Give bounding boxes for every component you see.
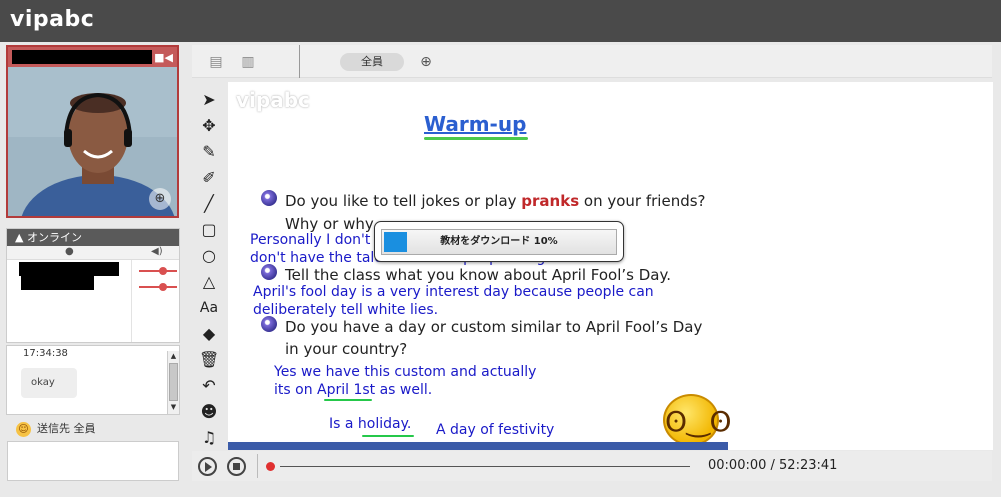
stop-icon xyxy=(233,463,240,470)
play-icon xyxy=(205,462,212,472)
main-toolbar: ▤ ▥ 全員 ⊕ xyxy=(192,45,992,78)
volume-slider-knob[interactable] xyxy=(159,283,167,291)
play-button[interactable] xyxy=(198,457,217,476)
slide-watermark: vipabc xyxy=(236,88,310,112)
playback-track[interactable] xyxy=(280,466,690,467)
user-name-redacted xyxy=(19,262,119,276)
annotation-3-line-1: Yes we have this custom and actually xyxy=(274,364,537,380)
online-columns: ● ◀) xyxy=(7,246,179,260)
question-3-line-1: Do you have a day or custom similar to A… xyxy=(285,318,703,336)
scroll-up-arrow[interactable]: ▲ xyxy=(169,352,178,361)
video-header: ■◀ xyxy=(8,47,177,67)
bullet-icon xyxy=(261,316,277,332)
circle-icon[interactable]: ○ xyxy=(199,246,219,266)
volume-icon: ◀) xyxy=(151,246,163,257)
all-users-button[interactable]: 全員 xyxy=(340,53,404,71)
teacher-name-redacted xyxy=(12,50,152,64)
playback-time: 00:00:00 / 52:23:41 xyxy=(708,458,838,473)
chat-timestamp: 17:34:38 xyxy=(23,348,68,359)
green-underline xyxy=(362,435,414,437)
question-1: Do you like to tell jokes or play pranks… xyxy=(285,192,706,210)
playback-divider xyxy=(257,454,258,478)
question-1-line-2: Why or why xyxy=(285,215,374,233)
chat-input[interactable] xyxy=(7,441,179,481)
green-underline xyxy=(424,137,528,140)
send-to-label: 送信先 全員 xyxy=(37,422,96,435)
slide-footer-bar xyxy=(228,442,728,450)
question-1-highlight: pranks xyxy=(521,192,580,210)
pointer-icon[interactable]: ➤ xyxy=(199,90,219,110)
record-indicator-icon xyxy=(266,462,275,471)
app-logo: vipabc xyxy=(10,7,95,32)
scroll-down-arrow[interactable]: ▼ xyxy=(169,403,178,412)
online-header: ▲ オンライン xyxy=(7,229,179,246)
green-underline xyxy=(324,399,372,401)
playback-bar: 00:00:00 / 52:23:41 xyxy=(192,451,992,481)
chat-history: 17:34:38 okay ▲ ▼ xyxy=(6,345,180,415)
volume-slider[interactable] xyxy=(139,267,177,275)
text-icon[interactable]: Aa xyxy=(199,298,219,318)
undo-icon[interactable]: ↶ xyxy=(199,376,219,396)
chat-scrollbar[interactable]: ▲ ▼ xyxy=(167,351,179,414)
user-row[interactable] xyxy=(7,276,179,292)
user-name-redacted xyxy=(21,276,94,290)
move-icon[interactable]: ✥ xyxy=(199,116,219,136)
triangle-icon[interactable]: △ xyxy=(199,272,219,292)
toolbar-divider xyxy=(299,45,300,78)
teacher-video: ■◀ ⊕ xyxy=(6,45,179,218)
column-divider xyxy=(131,260,132,342)
annotation-2-line-1: April's fool day is a very interest day … xyxy=(253,284,654,300)
question-2: Tell the class what you know about April… xyxy=(285,266,672,284)
emoji-icon[interactable]: ☻ xyxy=(199,402,219,422)
volume-slider[interactable] xyxy=(139,283,177,291)
line-icon[interactable]: ╱ xyxy=(199,194,219,214)
laughing-emoji-icon: ʘ‿ʘ xyxy=(663,394,732,446)
users-icon: ▲ xyxy=(15,231,24,244)
send-to-selector[interactable]: ☺ 送信先 全員 xyxy=(6,418,180,440)
user-icon: ● xyxy=(65,246,74,257)
rectangle-icon[interactable]: ▢ xyxy=(199,220,219,240)
pen-icon[interactable]: ✎ xyxy=(199,142,219,162)
copy-page-icon[interactable]: ▥ xyxy=(240,54,256,70)
music-icon[interactable]: ♫ xyxy=(199,428,219,448)
user-row[interactable] xyxy=(7,260,179,276)
emoji-icon[interactable]: ☺ xyxy=(16,421,31,437)
slide-title: Warm-up xyxy=(424,112,527,136)
camera-icon[interactable]: ■◀ xyxy=(154,51,173,64)
annotation-4: Is a holiday. xyxy=(329,416,412,432)
top-bar: vipabc xyxy=(0,0,1001,42)
drawing-tools: ➤ ✥ ✎ ✐ ╱ ▢ ○ △ Aa ◆ 🗑 ↶ ☻ ♫ xyxy=(195,84,223,450)
trash-icon[interactable]: 🗑 xyxy=(199,350,219,370)
annotation-1-line-1: Personally I don't xyxy=(250,232,371,248)
annotation-2-line-2: deliberately tell white lies. xyxy=(253,302,439,318)
annotation-5: A day of festivity xyxy=(436,422,555,438)
eraser-icon[interactable]: ◆ xyxy=(199,324,219,344)
question-1-text: Do you like to tell jokes or play xyxy=(285,192,522,210)
scroll-thumb[interactable] xyxy=(169,363,178,401)
bullet-icon xyxy=(261,190,277,206)
highlighter-icon[interactable]: ✐ xyxy=(199,168,219,188)
online-label: オンライン xyxy=(26,231,82,244)
download-progress-dialog: 教材をダウンロード 10% xyxy=(374,221,624,262)
progress-label: 教材をダウンロード 10% xyxy=(440,236,558,247)
whiteboard-slide[interactable]: vipabc Warm-up Do you like to tell jokes… xyxy=(228,82,993,450)
vipabc-classroom-window: vipabc ■◀ ⊕ ▲ オンライン ● ◀) 17:34:38 okay ▲… xyxy=(0,0,1001,497)
zoom-in-icon[interactable]: ⊕ xyxy=(149,188,171,210)
question-1-suffix: on your friends? xyxy=(579,192,706,210)
online-users-panel: ▲ オンライン ● ◀) xyxy=(6,228,180,343)
add-page-icon[interactable]: ▤ xyxy=(208,54,224,70)
zoom-icon[interactable]: ⊕ xyxy=(418,54,434,70)
annotation-3-line-2: its on April 1st as well. xyxy=(274,382,433,398)
chat-message: okay xyxy=(21,368,77,398)
progress-bar: 教材をダウンロード 10% xyxy=(381,229,617,255)
bullet-icon xyxy=(261,264,277,280)
stop-button[interactable] xyxy=(227,457,246,476)
question-3-line-2: in your country? xyxy=(285,340,408,358)
volume-slider-knob[interactable] xyxy=(159,267,167,275)
